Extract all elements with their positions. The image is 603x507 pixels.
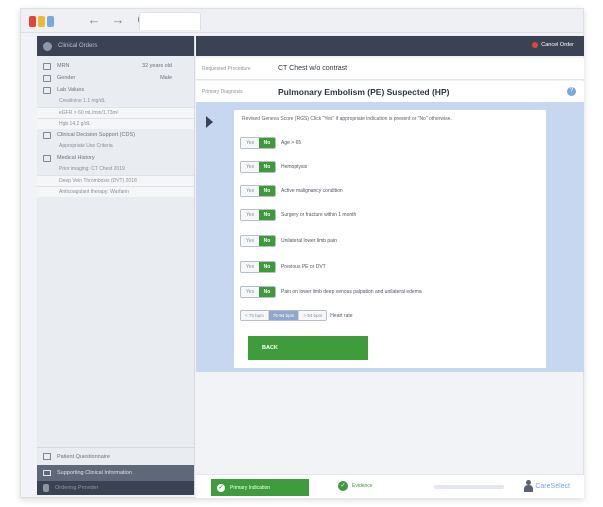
brand-logo: CareSelect: [524, 480, 570, 492]
avatar: [43, 41, 52, 51]
sidebar-item-medical-history[interactable]: Medical History: [37, 152, 194, 164]
yes-option[interactable]: Yes: [241, 262, 259, 272]
yes-option[interactable]: Yes: [241, 236, 259, 246]
sidebar-item-provider[interactable]: Ordering Provider: [37, 481, 194, 495]
primary-diagnosis-row: Primary Diagnosis Pulmonary Embolism (PE…: [196, 81, 584, 103]
criterion-row: Yes No Active malignancy condition: [240, 184, 343, 198]
info-icon: [43, 470, 51, 476]
heart-rate-option-selected[interactable]: 75-94 bpm: [268, 311, 300, 320]
back-button[interactable]: BACK: [248, 336, 368, 360]
no-option[interactable]: No: [259, 287, 275, 297]
heart-rate-option[interactable]: < 75 bpm: [241, 311, 269, 320]
primary-diagnosis-value: Pulmonary Embolism (PE) Suspected (HP): [278, 86, 450, 97]
person-icon: [524, 480, 534, 492]
user-icon: [43, 484, 49, 492]
primary-indication-button[interactable]: ✓ Primary Indication: [211, 479, 309, 496]
app-logo-icon: [29, 14, 55, 28]
id-icon: [43, 62, 51, 70]
cds-icon: [43, 131, 51, 139]
list-item: Deep Vein Thrombosis (DVT) 2018: [37, 175, 194, 186]
criterion-row: Yes No Unilateral lower limb pain: [240, 234, 337, 248]
criteria-title: Revised Geneva Score (RGS) Click "Yes" i…: [242, 116, 452, 122]
cancel-icon: [532, 42, 539, 48]
sidebar-header[interactable]: Clinical Orders: [37, 36, 194, 56]
criterion-row: Yes No Previous PE or DVT: [240, 260, 326, 274]
criteria-card: Revised Geneva Score (RGS) Click "Yes" i…: [234, 110, 546, 368]
list-item: Appropriate Use Criteria: [59, 143, 113, 149]
sidebar-item-mrn[interactable]: MRN 32 years old: [37, 60, 194, 72]
no-option[interactable]: No: [259, 210, 275, 220]
heart-rate-selector[interactable]: < 75 bpm 75-94 bpm > 94 bpm: [240, 310, 328, 321]
lab-icon: [43, 86, 51, 94]
progress-placeholder: [434, 485, 504, 489]
criterion-row: Yes No Surgery or fracture within 1 mont…: [240, 208, 356, 222]
no-option[interactable]: No: [259, 186, 275, 196]
heart-rate-option[interactable]: > 94 bpm: [299, 311, 327, 320]
list-item: Prior imaging: CT Chest 2019: [59, 166, 125, 172]
check-icon: ✓: [338, 481, 348, 491]
yes-no-toggle[interactable]: Yes No: [240, 137, 276, 149]
no-option[interactable]: No: [259, 262, 275, 272]
footer-bar: ✓ Primary Indication ✓ Evidence CareSele…: [196, 474, 584, 498]
yes-option[interactable]: Yes: [241, 186, 259, 196]
sidebar-item-gender[interactable]: Gender Male: [37, 72, 194, 84]
list-item: eGFR > 60 mL/min/1.73m²: [37, 107, 194, 118]
yes-no-toggle[interactable]: Yes No: [240, 209, 276, 221]
yes-option[interactable]: Yes: [241, 210, 259, 220]
yes-no-toggle[interactable]: Yes No: [240, 261, 276, 273]
requested-procedure-row: Requested Procedure CT Chest w/o contras…: [196, 58, 584, 80]
heart-rate-label: Heart rate: [330, 312, 353, 319]
criterion-row: Yes No Pain on lower limb deep venous pa…: [240, 285, 422, 299]
sidebar-item-cds[interactable]: Clinical Decision Support (CDS): [37, 129, 194, 141]
yes-no-toggle[interactable]: Yes No: [240, 161, 276, 173]
sidebar-item-supporting-info[interactable]: Supporting Clinical Information: [37, 465, 194, 481]
requested-procedure-value: CT Chest w/o contrast: [278, 65, 348, 72]
gender-icon: [43, 74, 51, 82]
browser-toolbar: ← → C: [21, 9, 583, 33]
no-option[interactable]: No: [259, 162, 275, 172]
back-arrow-icon[interactable]: ←: [87, 12, 101, 27]
yes-option[interactable]: Yes: [241, 162, 259, 172]
yes-no-toggle[interactable]: Yes No: [240, 286, 276, 298]
sidebar: Clinical Orders MRN 32 years old Gender …: [37, 36, 195, 495]
expand-arrow-icon[interactable]: [206, 116, 213, 128]
criterion-row: Yes No Age > 65: [240, 136, 301, 150]
help-icon[interactable]: ?: [567, 87, 576, 96]
no-option[interactable]: No: [259, 236, 275, 246]
sidebar-item-lab-values[interactable]: Lab Values: [37, 84, 194, 96]
list-item: Creatinine 1.1 mg/dL: [59, 98, 106, 104]
evidence-button[interactable]: ✓ Evidence: [338, 481, 373, 491]
list-item: Anticoagulant therapy: Warfarin: [37, 186, 194, 197]
clipboard-icon: [43, 453, 51, 460]
browser-tab[interactable]: [139, 12, 201, 30]
yes-option[interactable]: Yes: [241, 287, 259, 297]
criterion-row: Yes No Hemoptysis: [240, 160, 307, 174]
cancel-order-button[interactable]: Cancel Order: [532, 42, 574, 48]
history-icon: [43, 154, 51, 162]
sidebar-item-questionnaire[interactable]: Patient Questionnaire: [37, 447, 194, 465]
heart-rate-row: < 75 bpm 75-94 bpm > 94 bpm Heart rate: [240, 310, 353, 321]
yes-no-toggle[interactable]: Yes No: [240, 185, 276, 197]
yes-no-toggle[interactable]: Yes No: [240, 235, 276, 247]
check-icon: ✓: [217, 483, 225, 492]
forward-arrow-icon[interactable]: →: [111, 12, 125, 27]
no-option[interactable]: No: [259, 138, 275, 148]
top-bar: Cancel Order: [196, 36, 584, 56]
list-item: Hgb 14.2 g/dL: [37, 118, 194, 129]
yes-option[interactable]: Yes: [241, 138, 259, 148]
sidebar-header-label: Clinical Orders: [58, 43, 98, 49]
